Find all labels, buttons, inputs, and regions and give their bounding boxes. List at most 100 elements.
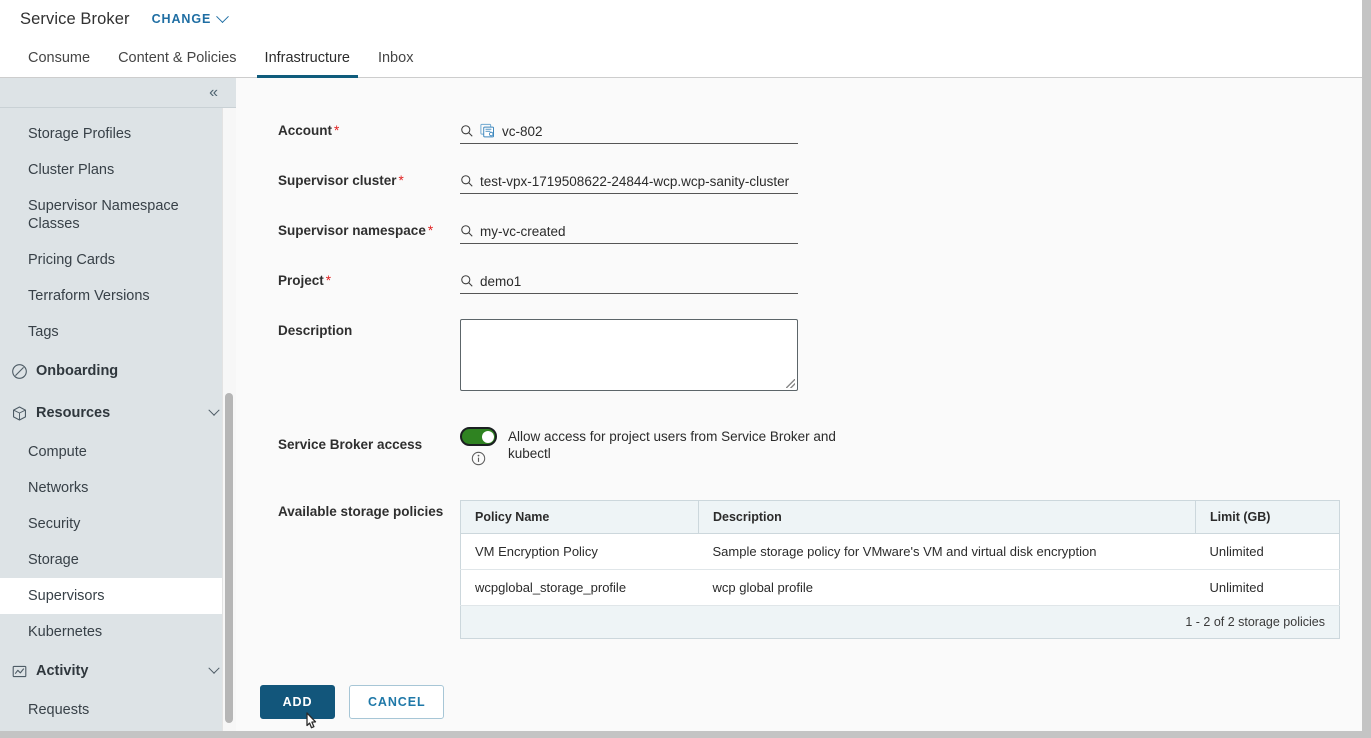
sidebar-item-cluster-plans[interactable]: Cluster Plans [0, 152, 236, 188]
search-icon [461, 125, 473, 137]
activity-chart-icon [9, 661, 29, 681]
sidebar-item-supervisor-namespace-classes[interactable]: Supervisor Namespace Classes [0, 188, 236, 242]
service-broker-access-control: Allow access for project users from Serv… [460, 427, 853, 466]
tab-infrastructure[interactable]: Infrastructure [251, 38, 364, 78]
double-chevron-left-icon[interactable]: « [209, 84, 218, 101]
sidebar-item-networks[interactable]: Networks [0, 470, 236, 506]
cube-icon [9, 403, 29, 423]
search-icon [461, 225, 473, 237]
info-circle-icon[interactable] [471, 451, 486, 466]
change-service-button[interactable]: CHANGE [151, 9, 230, 26]
required-marker: * [334, 123, 340, 138]
sidebar-item-compute[interactable]: Compute [0, 434, 236, 470]
cell-description: wcp global profile [698, 569, 1196, 606]
table-row[interactable]: wcpglobal_storage_profile wcp global pro… [460, 569, 1340, 606]
form-row-storage-policies: Available storage policies Policy Name D… [278, 500, 1362, 639]
sidebar-group-activity[interactable]: Activity [0, 650, 236, 692]
account-value: vc-802 [502, 123, 543, 139]
sidebar-group-label: Activity [36, 663, 89, 679]
sidebar-item-tags[interactable]: Tags [0, 314, 236, 350]
supervisor-cluster-value: test-vpx-1719508622-24844-wcp.wcp-sanity… [480, 173, 790, 189]
cell-description: Sample storage policy for VMware's VM an… [698, 533, 1196, 570]
column-header-policy-name[interactable]: Policy Name [460, 500, 699, 534]
sidebar-group-resources[interactable]: Resources [0, 392, 236, 434]
search-icon [461, 275, 473, 287]
sidebar-header: « [0, 78, 236, 108]
description-label: Description [278, 323, 353, 338]
table-foot: 1 - 2 of 2 storage policies [460, 605, 1340, 639]
chevron-down-icon [216, 9, 230, 23]
form-row-description: Description [278, 319, 1362, 391]
cancel-button[interactable]: CANCEL [349, 685, 445, 719]
cell-policy-name: wcpglobal_storage_profile [460, 569, 699, 606]
pagination-summary: 1 - 2 of 2 storage policies [460, 605, 1340, 639]
form-row-project: Project * demo1 [278, 269, 1362, 294]
form-row-service-broker-access: Service Broker access Allow access for p… [278, 427, 1362, 466]
sidebar-item-list: Storage Profiles Cluster Plans Superviso… [0, 108, 236, 728]
tab-inbox[interactable]: Inbox [364, 38, 427, 77]
page-title: Service Broker [20, 9, 130, 28]
main-tab-bar: Consume Content & Policies Infrastructur… [0, 38, 1362, 78]
cell-limit: Unlimited [1195, 533, 1340, 570]
service-broker-access-toggle[interactable] [460, 427, 497, 446]
tab-consume[interactable]: Consume [14, 38, 104, 77]
window-bottom-edge [0, 731, 1371, 738]
chevron-down-icon [208, 404, 220, 416]
sidebar-item-kubernetes[interactable]: Kubernetes [0, 614, 236, 650]
form-row-supervisor-namespace: Supervisor namespace * my-vc-created [278, 219, 1362, 244]
table-body: VM Encryption Policy Sample storage poli… [460, 533, 1340, 606]
compass-icon [9, 361, 29, 381]
application-window: Service Broker CHANGE Consume Content & … [0, 0, 1371, 738]
tab-content-policies[interactable]: Content & Policies [104, 38, 250, 77]
cell-policy-name: VM Encryption Policy [460, 533, 699, 570]
project-input[interactable]: demo1 [460, 269, 798, 294]
description-textarea[interactable] [460, 319, 798, 391]
table-head: Policy Name Description Limit (GB) [460, 500, 1340, 534]
supervisor-namespace-value: my-vc-created [480, 223, 566, 239]
account-input[interactable]: vc-802 [460, 119, 798, 144]
sidebar-item-requests[interactable]: Requests [0, 692, 236, 728]
account-label: Account * [278, 123, 340, 138]
service-broker-access-label: Service Broker access [278, 437, 423, 452]
sidebar-scrollbar-thumb[interactable] [225, 393, 233, 723]
sidebar-item-storage-profiles[interactable]: Storage Profiles [0, 116, 236, 152]
sidebar-scrollbar-track[interactable] [222, 108, 236, 731]
supervisor-namespace-label: Supervisor namespace * [278, 223, 434, 238]
column-header-limit[interactable]: Limit (GB) [1195, 500, 1340, 534]
sidebar-item-pricing-cards[interactable]: Pricing Cards [0, 242, 236, 278]
sidebar-navigation: « Storage Profiles Cluster Plans Supervi… [0, 78, 236, 731]
table-row[interactable]: VM Encryption Policy Sample storage poli… [460, 533, 1340, 570]
available-storage-policies-label: Available storage policies [278, 504, 444, 519]
project-value: demo1 [480, 273, 522, 289]
form-row-supervisor-cluster: Supervisor cluster * test-vpx-1719508622-… [278, 169, 1362, 194]
chevron-down-icon [208, 662, 220, 674]
storage-policies-table: Policy Name Description Limit (GB) VM En… [460, 500, 1340, 639]
resize-grip-icon[interactable] [786, 379, 795, 388]
toggle-with-info [460, 427, 497, 466]
vcenter-icon [480, 123, 494, 138]
table-header-row: Policy Name Description Limit (GB) [460, 500, 1340, 534]
form-action-bar: ADD CANCEL [236, 673, 1362, 731]
required-marker: * [398, 173, 404, 188]
sidebar-item-terraform-versions[interactable]: Terraform Versions [0, 278, 236, 314]
column-header-description[interactable]: Description [698, 500, 1196, 534]
form-row-account: Account * vc-802 [278, 119, 1362, 144]
required-marker: * [325, 273, 332, 288]
change-label: CHANGE [151, 12, 212, 26]
cell-limit: Unlimited [1195, 569, 1340, 606]
supervisor-add-form: Account * vc-802 Supervisor cluster * te… [236, 79, 1362, 639]
sidebar-item-storage[interactable]: Storage [0, 542, 236, 578]
sidebar-group-label: Onboarding [36, 363, 119, 379]
sidebar-item-security[interactable]: Security [0, 506, 236, 542]
search-icon [461, 175, 473, 187]
add-button[interactable]: ADD [260, 685, 335, 719]
app-header: Service Broker CHANGE [0, 0, 1362, 38]
supervisor-cluster-label: Supervisor cluster * [278, 173, 404, 188]
sidebar-item-supervisors[interactable]: Supervisors [0, 578, 236, 614]
supervisor-namespace-input[interactable]: my-vc-created [460, 219, 798, 244]
main-content: Account * vc-802 Supervisor cluster * te… [236, 79, 1362, 731]
supervisor-cluster-input[interactable]: test-vpx-1719508622-24844-wcp.wcp-sanity… [460, 169, 798, 194]
required-marker: * [427, 223, 434, 238]
service-broker-access-description: Allow access for project users from Serv… [508, 429, 836, 461]
sidebar-group-onboarding[interactable]: Onboarding [0, 350, 236, 392]
